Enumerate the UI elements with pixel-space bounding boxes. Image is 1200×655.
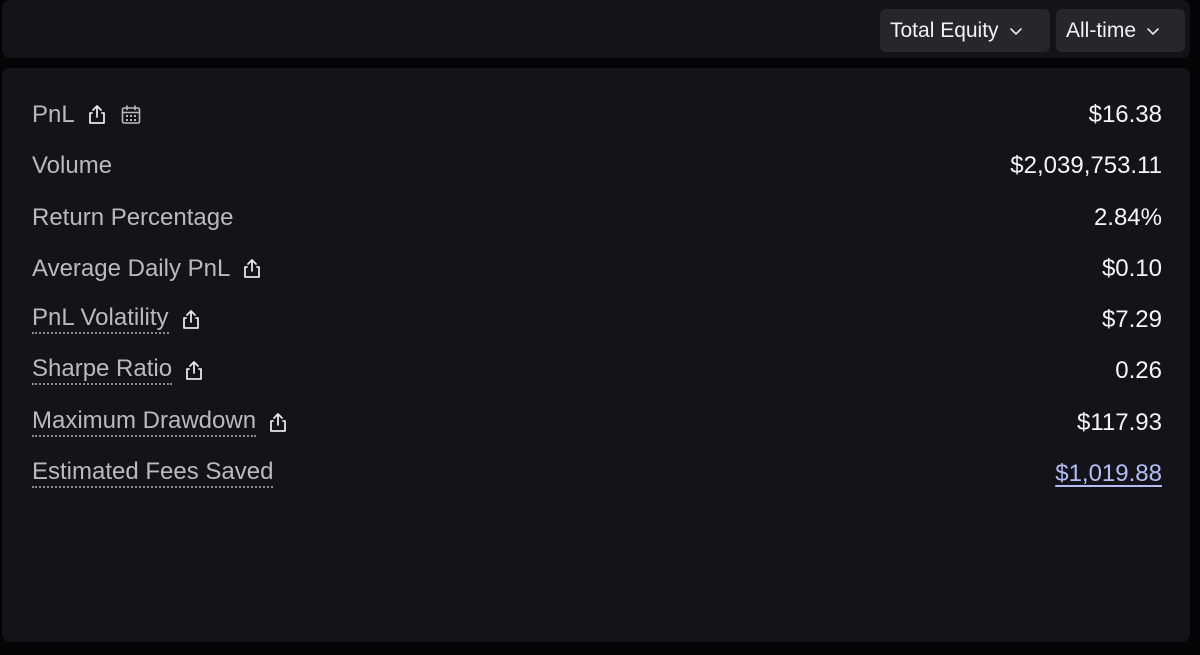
stat-row-estimated-fees-saved: Estimated Fees Saved $1,019.88: [32, 454, 1162, 494]
stat-row-maximum-drawdown: Maximum Drawdown $117.93: [32, 403, 1162, 443]
stat-row-return-percentage: Return Percentage 2.84%: [32, 198, 1162, 238]
period-dropdown[interactable]: All-time: [1056, 9, 1185, 52]
stat-value-return-percentage: 2.84%: [1093, 204, 1162, 231]
stat-value-volume: $2,039,753.11: [1010, 152, 1162, 179]
stat-value-estimated-fees-saved-link[interactable]: $1,019.88: [1055, 462, 1162, 486]
stat-label-average-daily-pnl: Average Daily PnL: [32, 255, 231, 282]
stats-panel: PnL $16.38 Volume $2,039,753.11 Return P…: [2, 68, 1190, 642]
stat-value-pnl-volatility: $7.29: [1101, 306, 1162, 333]
stat-label-return-percentage: Return Percentage: [32, 204, 234, 231]
metric-dropdown-label: Total Equity: [890, 18, 999, 42]
chevron-down-icon: [1009, 24, 1023, 38]
share-icon[interactable]: [182, 359, 206, 383]
stat-label-sharpe-ratio[interactable]: Sharpe Ratio: [32, 357, 173, 385]
stat-value-maximum-drawdown: $117.93: [1077, 409, 1162, 436]
stat-row-volume: Volume $2,039,753.11: [32, 146, 1162, 186]
stat-value-pnl: $16.38: [1088, 101, 1162, 128]
period-dropdown-label: All-time: [1066, 18, 1137, 42]
stat-label-maximum-drawdown[interactable]: Maximum Drawdown: [32, 409, 257, 437]
stat-row-average-daily-pnl: Average Daily PnL $0.10: [32, 249, 1162, 289]
stat-row-pnl-volatility: PnL Volatility $7.29: [32, 300, 1162, 340]
metric-dropdown[interactable]: Total Equity: [880, 9, 1050, 52]
share-icon[interactable]: [85, 103, 109, 127]
share-icon[interactable]: [266, 411, 290, 435]
header-bar: Total Equity All-time: [2, 0, 1190, 58]
calendar-icon[interactable]: [119, 103, 143, 127]
stat-row-sharpe-ratio: Sharpe Ratio 0.26: [32, 351, 1162, 391]
share-icon[interactable]: [240, 257, 264, 281]
stat-label-volume: Volume: [32, 152, 113, 179]
stat-label-pnl-volatility[interactable]: PnL Volatility: [32, 306, 169, 334]
stat-label-estimated-fees-saved[interactable]: Estimated Fees Saved: [32, 460, 274, 488]
stat-label-pnl: PnL: [32, 101, 75, 128]
chevron-down-icon: [1146, 24, 1160, 38]
share-icon[interactable]: [179, 308, 203, 332]
stat-value-sharpe-ratio: 0.26: [1115, 357, 1162, 384]
stat-row-pnl: PnL $16.38: [32, 95, 1162, 135]
stat-value-average-daily-pnl: $0.10: [1101, 255, 1162, 282]
